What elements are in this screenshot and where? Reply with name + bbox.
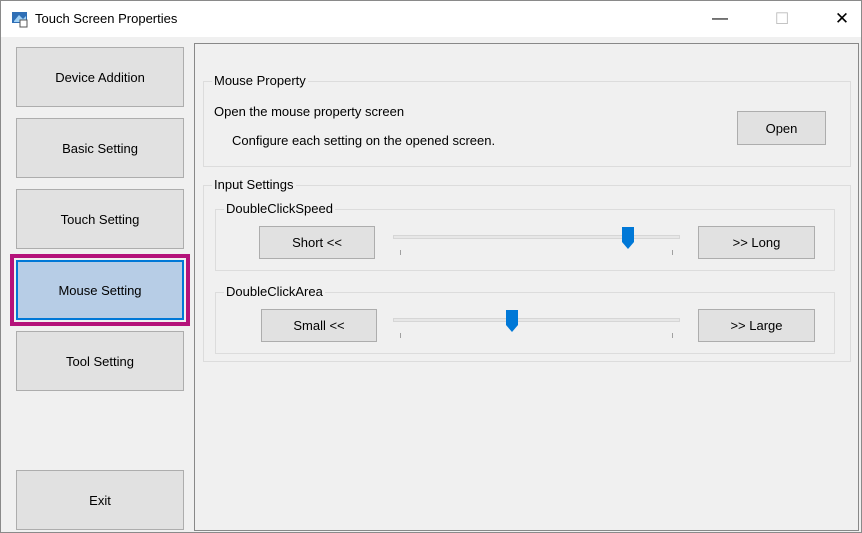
touch-screen-properties-window: Touch Screen Properties — ☐ ✕ Device Add… (0, 0, 862, 533)
open-button[interactable]: Open (737, 111, 826, 145)
touch-screen-app-icon (12, 12, 28, 28)
sidebar-item-label: Basic Setting (62, 140, 138, 156)
slider-thumb[interactable] (621, 226, 635, 250)
mouse-setting-panel: Mouse Property Open the mouse property s… (194, 43, 859, 531)
double-click-area-group: DoubleClickArea Small << >> Large (215, 284, 835, 354)
mouse-property-hint: Configure each setting on the opened scr… (232, 133, 496, 148)
minimize-button[interactable]: — (697, 1, 743, 37)
sidebar-item-basic-setting[interactable]: Basic Setting (16, 118, 184, 178)
mouse-property-title: Mouse Property (212, 73, 308, 88)
slider-tick (672, 333, 673, 338)
large-button[interactable]: >> Large (698, 309, 815, 342)
window-title: Touch Screen Properties (35, 11, 178, 26)
sidebar-item-label: Mouse Setting (58, 282, 142, 298)
large-label: >> Large (730, 318, 783, 333)
close-button[interactable]: ✕ (819, 1, 862, 37)
exit-button[interactable]: Exit (16, 470, 184, 530)
maximize-button[interactable]: ☐ (759, 1, 805, 37)
sidebar-item-label: Touch Setting (60, 211, 140, 227)
sidebar-item-device-addition[interactable]: Device Addition (16, 47, 184, 107)
exit-label: Exit (89, 492, 111, 508)
sidebar-item-tool-setting[interactable]: Tool Setting (16, 331, 184, 391)
double-click-speed-title: DoubleClickSpeed (224, 201, 335, 216)
long-label: >> Long (732, 235, 781, 250)
long-button[interactable]: >> Long (698, 226, 815, 259)
mouse-property-description: Open the mouse property screen (214, 104, 405, 119)
maximize-icon: ☐ (774, 11, 790, 28)
short-button[interactable]: Short << (259, 226, 375, 259)
slider-tick (400, 333, 401, 338)
slider-tick (672, 250, 673, 255)
sidebar-item-label: Tool Setting (66, 353, 134, 369)
sidebar-item-mouse-setting[interactable]: Mouse Setting (10, 254, 190, 326)
double-click-area-title: DoubleClickArea (224, 284, 325, 299)
sidebar-item-label: Device Addition (55, 69, 145, 85)
close-icon: ✕ (834, 9, 850, 28)
minimize-icon: — (712, 10, 728, 27)
input-settings-group: Input Settings DoubleClickSpeed Short <<… (203, 177, 851, 362)
slider-thumb[interactable] (505, 309, 519, 333)
mouse-property-group: Mouse Property Open the mouse property s… (203, 73, 851, 167)
sidebar-item-touch-setting[interactable]: Touch Setting (16, 189, 184, 249)
small-button[interactable]: Small << (261, 309, 377, 342)
title-bar: Touch Screen Properties — ☐ ✕ (1, 1, 861, 37)
open-label: Open (765, 120, 798, 136)
slider-track (393, 235, 680, 239)
slider-track (393, 318, 680, 322)
input-settings-title: Input Settings (212, 177, 296, 192)
small-label: Small << (293, 318, 345, 333)
double-click-speed-group: DoubleClickSpeed Short << >> Long (215, 201, 835, 271)
slider-tick (400, 250, 401, 255)
short-label: Short << (292, 235, 342, 250)
